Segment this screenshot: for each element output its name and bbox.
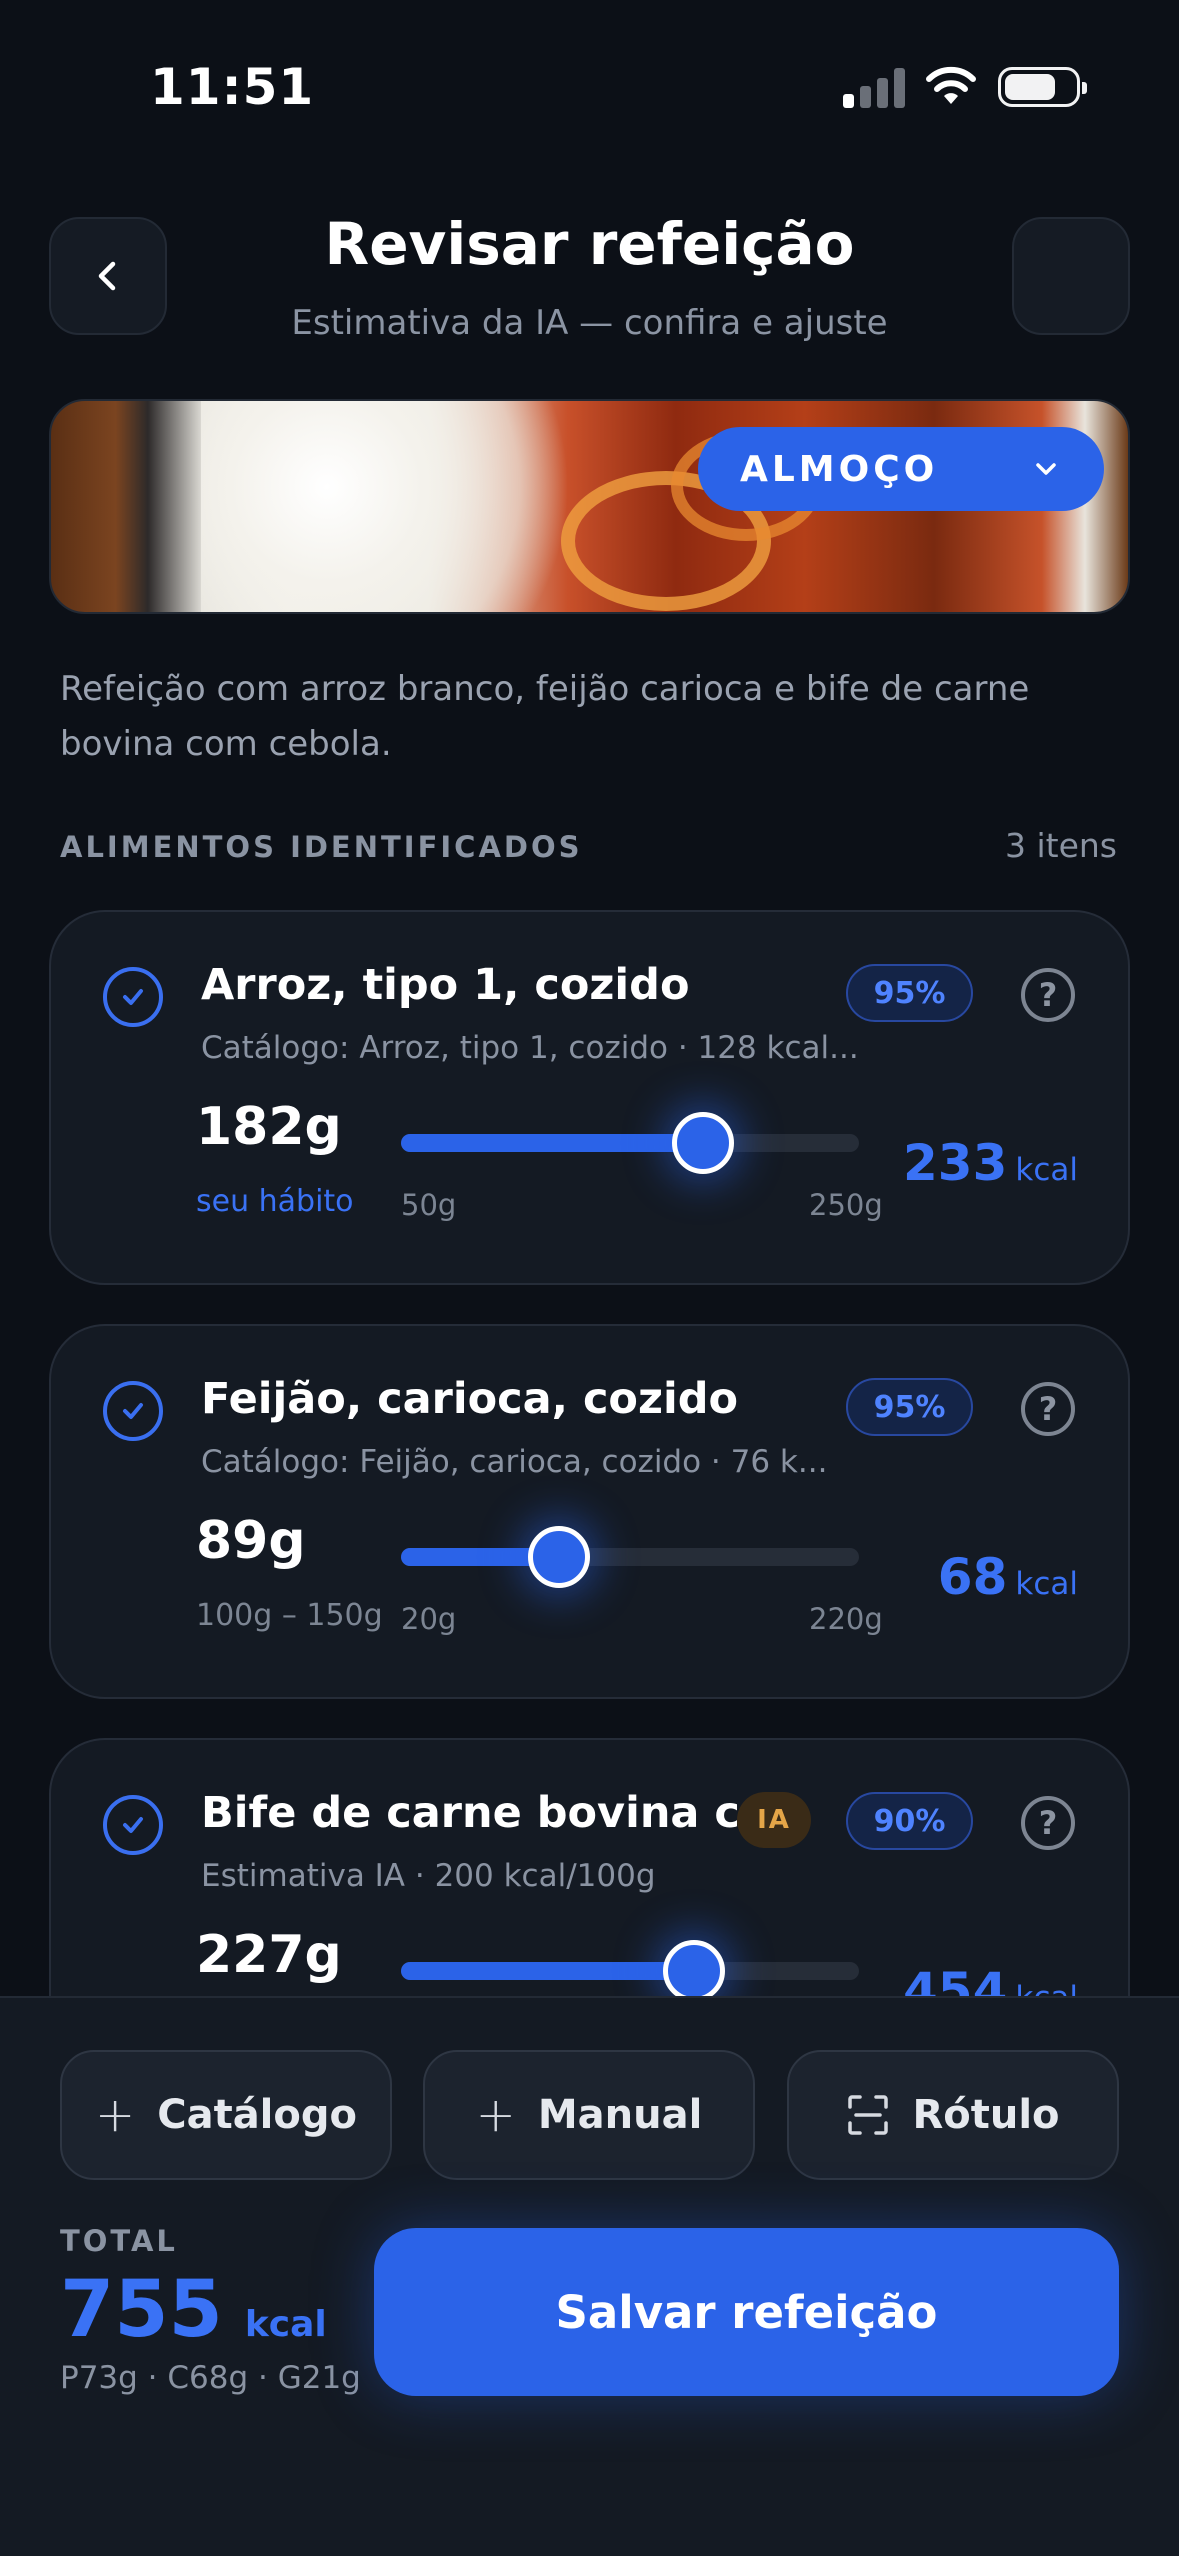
help-icon[interactable]: ?	[1021, 968, 1075, 1022]
add-catalog-button[interactable]: + Catálogo	[60, 2050, 392, 2180]
slider-min: 50g	[401, 1188, 457, 1222]
cellular-signal-icon	[843, 66, 905, 108]
items-count: 3 itens	[1004, 826, 1117, 865]
section-label: ALIMENTOS IDENTIFICADOS	[60, 830, 583, 864]
page-subtitle: Estimativa da IA — confira e ajuste	[291, 303, 888, 343]
confidence-badge: 95%	[846, 964, 973, 1022]
meal-type-label: ALMOÇO	[740, 448, 939, 490]
portion-grams: 182g	[196, 1097, 342, 1157]
plus-icon: +	[95, 2087, 136, 2143]
add-manual-button[interactable]: + Manual	[423, 2050, 755, 2180]
slider-max: 250g	[809, 1188, 883, 1222]
total-calories: 755 kcal	[60, 2265, 327, 2355]
portion-slider[interactable]	[401, 1112, 859, 1174]
portion-grams: 89g	[196, 1511, 306, 1571]
chevron-down-icon	[1036, 463, 1056, 475]
slider-handle[interactable]	[672, 1112, 735, 1174]
help-icon[interactable]: ?	[1021, 1382, 1075, 1436]
scan-icon	[848, 2095, 889, 2135]
check-circle-icon[interactable]	[103, 1381, 163, 1441]
slider-fill	[401, 1962, 695, 1980]
kcal-unit: kcal	[1015, 1152, 1078, 1188]
confidence-badge: 90%	[846, 1792, 973, 1850]
food-source: Estimativa IA · 200 kcal/100g	[201, 1858, 656, 1894]
meal-description: Refeição com arroz branco, feijão carioc…	[60, 669, 1030, 764]
page-title: Revisar refeição	[324, 210, 855, 278]
kcal-value: 233	[903, 1134, 1008, 1192]
header-action-button[interactable]	[1012, 217, 1130, 335]
add-catalog-label: Catálogo	[157, 2092, 357, 2138]
status-time: 11:51	[150, 58, 315, 116]
portion-slider[interactable]	[401, 1526, 859, 1588]
wifi-icon	[926, 66, 976, 104]
food-kcal: 233 kcal	[903, 1134, 1078, 1192]
total-label: TOTAL	[60, 2224, 178, 2258]
food-source: Catálogo: Arroz, tipo 1, cozido · 128 kc…	[201, 1030, 859, 1066]
food-card[interactable]: Arroz, tipo 1, cozido Catálogo: Arroz, t…	[49, 910, 1130, 1285]
kcal-value: 68	[937, 1548, 1008, 1606]
scan-label-button[interactable]: Rótulo	[787, 2050, 1119, 2180]
total-value: 755	[60, 2265, 223, 2355]
slider-min: 20g	[401, 1602, 457, 1636]
scan-label-text: Rótulo	[912, 2092, 1060, 2138]
total-unit: kcal	[244, 2304, 327, 2345]
food-card[interactable]: Feijão, carioca, cozido Catálogo: Feijão…	[49, 1324, 1130, 1699]
slider-fill	[401, 1134, 704, 1152]
slider-handle[interactable]	[528, 1526, 590, 1588]
food-source: Catálogo: Feijão, carioca, cozido · 76 k…	[201, 1444, 828, 1480]
food-name: Feijão, carioca, cozido	[201, 1374, 739, 1424]
food-name: Bife de carne bovina c...	[201, 1788, 789, 1838]
food-name: Arroz, tipo 1, cozido	[201, 960, 690, 1010]
portion-note: 100g – 150g	[196, 1598, 383, 1633]
slider-max: 220g	[809, 1602, 883, 1636]
portion-slider[interactable]	[401, 1940, 859, 2002]
slider-handle[interactable]	[663, 1940, 726, 2002]
battery-icon	[998, 67, 1087, 107]
portion-grams: 227g	[196, 1925, 342, 1985]
add-manual-label: Manual	[537, 2092, 703, 2138]
ia-badge: IA	[737, 1792, 811, 1848]
meal-type-dropdown[interactable]: ALMOÇO	[698, 427, 1104, 511]
total-macros: P73g · C68g · G21g	[60, 2360, 361, 2396]
plus-icon: +	[475, 2087, 516, 2143]
save-meal-button[interactable]: Salvar refeição	[374, 2228, 1119, 2396]
confidence-badge: 95%	[846, 1378, 973, 1436]
kcal-unit: kcal	[1015, 1566, 1078, 1602]
food-kcal: 68 kcal	[938, 1548, 1078, 1606]
check-circle-icon[interactable]	[103, 967, 163, 1027]
help-icon[interactable]: ?	[1021, 1796, 1075, 1850]
portion-note: seu hábito	[196, 1184, 354, 1219]
check-circle-icon[interactable]	[103, 1795, 163, 1855]
